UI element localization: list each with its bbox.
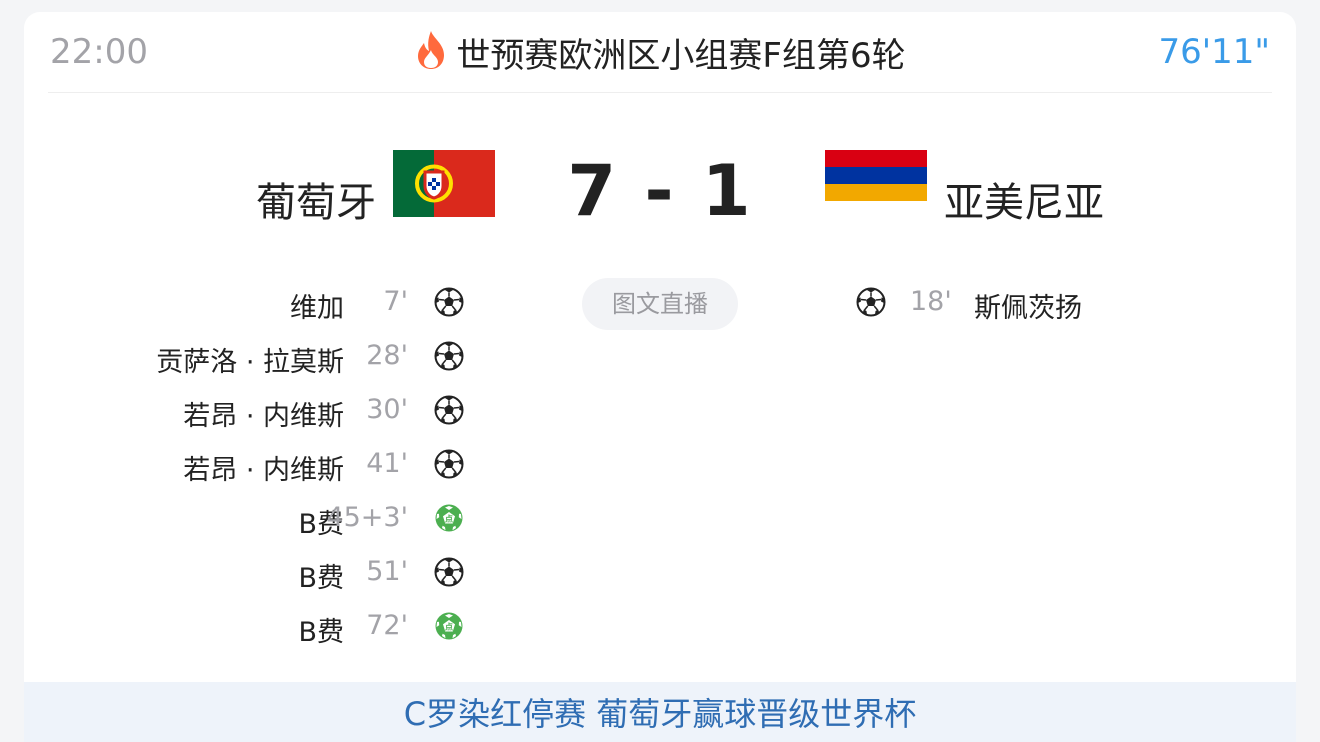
- goal-scorer[interactable]: 斯佩茨扬: [974, 286, 1082, 325]
- goal-event: B费 45+3': [24, 498, 464, 540]
- goal-time: 72': [366, 610, 408, 641]
- penalty-goal-icon: [434, 611, 464, 641]
- goal-scorer[interactable]: 若昂 · 内维斯: [183, 394, 344, 433]
- goal-time: 45+3': [326, 502, 408, 533]
- goal-time: 41': [366, 448, 408, 479]
- penalty-goal-icon: [434, 503, 464, 533]
- goal-event: 18' 斯佩茨扬: [856, 282, 1256, 325]
- goal-time: 30': [366, 394, 408, 425]
- goal-time: 28': [366, 340, 408, 371]
- goal-event: B费 51': [24, 552, 464, 595]
- goal-event: 贡萨洛 · 拉莫斯 28': [24, 336, 464, 379]
- goal-event: 维加 7': [24, 282, 464, 325]
- soccer-ball-icon: [434, 557, 464, 587]
- goal-event: B费 72': [24, 606, 464, 649]
- goal-time: 51': [366, 556, 408, 587]
- goal-scorer[interactable]: B费: [298, 610, 344, 649]
- away-team-name[interactable]: 亚美尼亚: [944, 170, 1104, 228]
- match-card: 22:00 世预赛欧洲区小组赛F组第6轮 76'11" 葡萄牙 7 - 1 亚美…: [24, 12, 1296, 742]
- flame-icon: [414, 30, 448, 70]
- goal-scorer[interactable]: 贡萨洛 · 拉莫斯: [156, 340, 344, 379]
- soccer-ball-icon: [434, 395, 464, 425]
- soccer-ball-icon: [856, 287, 886, 317]
- competition-label: 世预赛欧洲区小组赛F组第6轮: [456, 36, 906, 76]
- goal-event: 若昂 · 内维斯 41': [24, 444, 464, 487]
- goal-scorer[interactable]: 维加: [290, 286, 344, 325]
- goal-event: 若昂 · 内维斯 30': [24, 390, 464, 433]
- goal-time: 7': [383, 286, 408, 317]
- armenia-flag[interactable]: [825, 150, 927, 217]
- match-minute: 76'11": [1158, 32, 1270, 72]
- live-text-button[interactable]: 图文直播: [582, 278, 738, 330]
- soccer-ball-icon: [434, 449, 464, 479]
- match-score: 7 - 1: [567, 150, 753, 232]
- soccer-ball-icon: [434, 341, 464, 371]
- goal-scorer[interactable]: B费: [298, 556, 344, 595]
- news-headline-link[interactable]: C罗染红停赛 葡萄牙赢球晋级世界杯: [24, 682, 1296, 742]
- competition-title[interactable]: 世预赛欧洲区小组赛F组第6轮: [48, 28, 1272, 77]
- match-header: 22:00 世预赛欧洲区小组赛F组第6轮 76'11": [48, 12, 1272, 93]
- goal-scorer[interactable]: 若昂 · 内维斯: [183, 448, 344, 487]
- goal-time: 18': [910, 286, 952, 317]
- soccer-ball-icon: [434, 287, 464, 317]
